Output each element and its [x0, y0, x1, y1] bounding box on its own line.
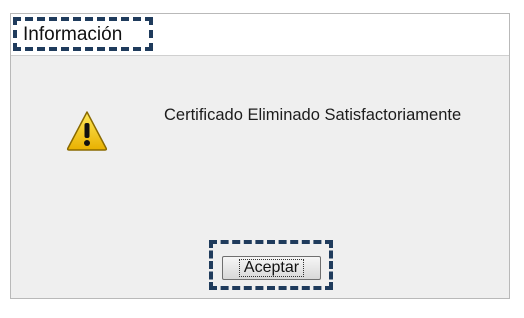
aceptar-button-label: Aceptar	[238, 259, 305, 277]
dialog-title: Información	[23, 24, 123, 45]
warning-icon	[66, 111, 108, 151]
dialog-message: Certificado Eliminado Satisfactoriamente	[164, 106, 462, 124]
aceptar-button[interactable]: Aceptar	[222, 256, 321, 280]
information-dialog: Información Certificado Eliminado Satisf…	[10, 13, 510, 299]
dialog-titlebar: Información	[11, 14, 509, 56]
